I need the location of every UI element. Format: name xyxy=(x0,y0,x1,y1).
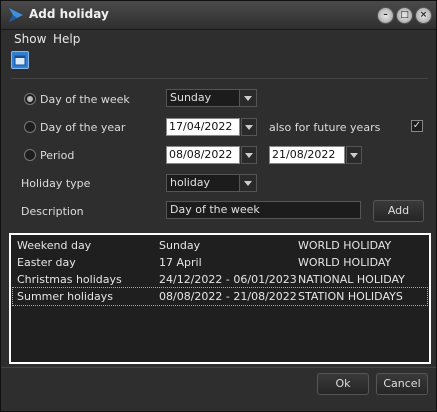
holiday-name: Weekend day xyxy=(17,239,92,252)
period-end-date-dropdown[interactable] xyxy=(346,146,362,164)
list-item[interactable]: Easter day 17 April WORLD HOLIDAY xyxy=(13,254,427,271)
holiday-type-value: holiday xyxy=(170,176,211,189)
future-years-label: also for future years xyxy=(269,121,381,134)
day-of-year-date-dropdown[interactable] xyxy=(241,118,257,136)
holiday-name: Christmas holidays xyxy=(17,273,122,286)
add-button[interactable]: Add xyxy=(373,200,424,222)
holiday-type: NATIONAL HOLIDAY xyxy=(298,273,405,286)
period-start-date-dropdown[interactable] xyxy=(241,146,257,164)
holiday-date: 24/12/2022 - 06/01/2023 xyxy=(159,273,297,286)
holiday-date: Sunday xyxy=(159,239,201,252)
footer-divider xyxy=(1,367,436,368)
future-years-checkbox[interactable]: ✓ xyxy=(411,120,423,132)
holiday-list[interactable]: Weekend day Sunday WORLD HOLIDAY Easter … xyxy=(9,233,431,364)
holiday-name: Summer holidays xyxy=(17,290,113,303)
ok-button[interactable]: Ok xyxy=(317,373,369,395)
list-item[interactable]: Weekend day Sunday WORLD HOLIDAY xyxy=(13,237,427,254)
app-logo-icon xyxy=(9,8,23,22)
day-of-week-radio[interactable] xyxy=(24,93,36,105)
day-of-year-date-field[interactable]: 17/04/2022 xyxy=(166,118,240,136)
add-holiday-dialog: Add holiday – □ × Show Help Day of the w… xyxy=(0,0,437,412)
toolbar-divider xyxy=(11,78,428,79)
close-button[interactable]: × xyxy=(415,7,432,24)
holiday-name: Easter day xyxy=(17,256,76,269)
period-label: Period xyxy=(40,149,75,162)
day-of-week-label: Day of the week xyxy=(40,93,130,106)
holiday-type: WORLD HOLIDAY xyxy=(298,239,392,252)
calendar-tool-button[interactable] xyxy=(11,51,29,69)
menu-bar: Show Help xyxy=(1,30,436,48)
description-label: Description xyxy=(21,205,84,218)
maximize-button[interactable]: □ xyxy=(396,7,413,24)
day-of-year-label: Day of the year xyxy=(40,121,126,134)
holiday-type-select[interactable]: holiday xyxy=(166,174,257,192)
menu-show[interactable]: Show xyxy=(14,32,46,46)
period-start-date-field[interactable]: 08/08/2022 xyxy=(166,146,240,164)
cancel-button[interactable]: Cancel xyxy=(376,373,428,395)
period-end-date-field[interactable]: 21/08/2022 xyxy=(269,146,345,164)
holiday-date: 17 April xyxy=(159,256,202,269)
minimize-button[interactable]: – xyxy=(377,7,394,24)
menu-help[interactable]: Help xyxy=(53,32,80,46)
holiday-type: WORLD HOLIDAY xyxy=(298,256,392,269)
chevron-down-icon xyxy=(239,90,256,106)
list-item[interactable]: Summer holidays 08/08/2022 - 21/08/2022 … xyxy=(12,287,428,306)
day-of-week-value: Sunday xyxy=(170,91,212,104)
chevron-down-icon xyxy=(239,175,256,191)
holiday-type: STATION HOLIDAYS xyxy=(298,290,403,303)
title-bar: Add holiday – □ × xyxy=(1,1,436,30)
period-radio[interactable] xyxy=(24,149,36,161)
window-title: Add holiday xyxy=(29,7,109,21)
holiday-type-label: Holiday type xyxy=(21,177,91,190)
list-item[interactable]: Christmas holidays 24/12/2022 - 06/01/20… xyxy=(13,271,427,288)
description-input[interactable]: Day of the week xyxy=(166,201,361,219)
day-of-week-select[interactable]: Sunday xyxy=(166,89,257,107)
calendar-icon xyxy=(14,55,26,66)
holiday-date: 08/08/2022 - 21/08/2022 xyxy=(159,290,297,303)
day-of-year-radio[interactable] xyxy=(24,121,36,133)
